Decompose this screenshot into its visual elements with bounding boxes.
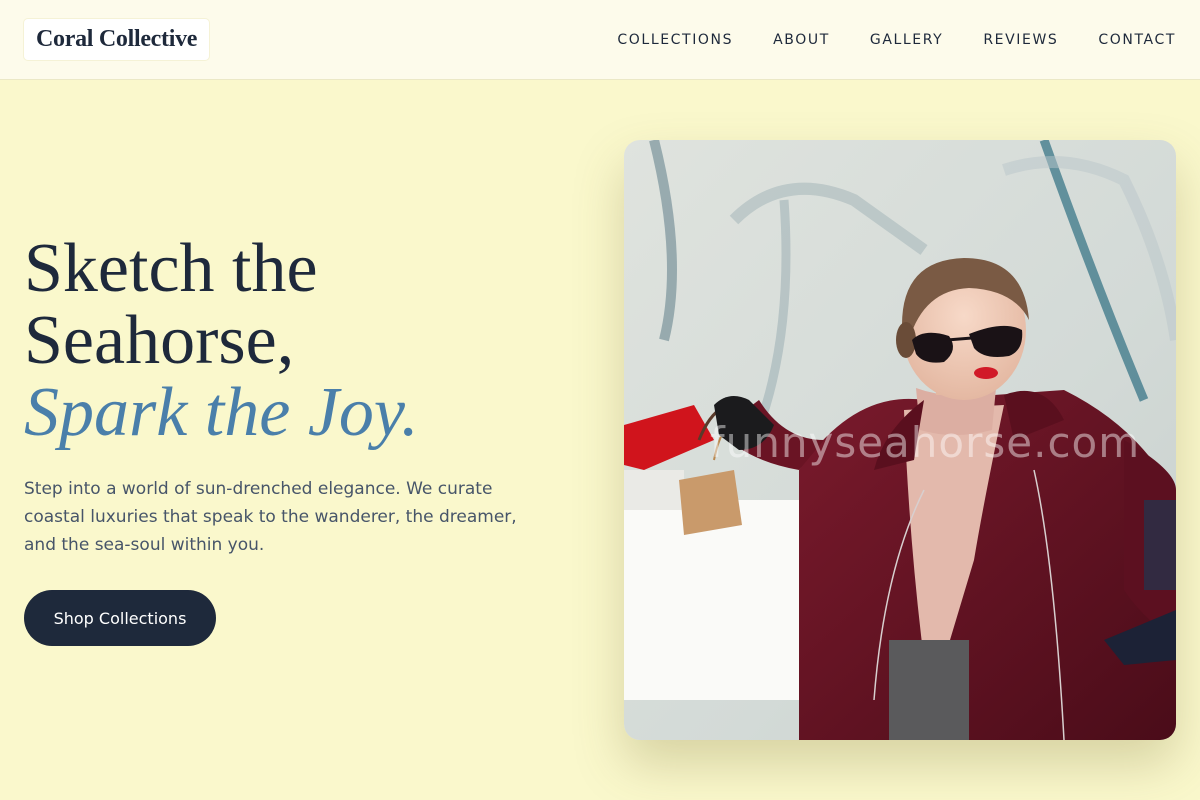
image-watermark: funnyseahorse.com xyxy=(709,418,1141,467)
hero-intro: Step into a world of sun-drenched elegan… xyxy=(24,479,517,555)
site-header: Coral Collective COLLECTIONS ABOUT GALLE… xyxy=(0,0,1200,80)
hero-headline: Sketch the Seahorse, Spark the Joy. xyxy=(24,233,584,449)
hero-photo: funnyseahorse.com xyxy=(624,140,1176,740)
nav-gallery[interactable]: GALLERY xyxy=(870,32,943,48)
nav-reviews[interactable]: REVIEWS xyxy=(983,32,1058,48)
nav-about[interactable]: ABOUT xyxy=(773,32,830,48)
headline-accent: Spark the Joy. xyxy=(24,374,419,451)
nav-collections[interactable]: COLLECTIONS xyxy=(617,32,733,48)
headline-line-2: Seahorse, xyxy=(24,302,295,379)
shop-collections-button[interactable]: Shop Collections xyxy=(24,590,216,646)
nav-contact[interactable]: CONTACT xyxy=(1098,32,1176,48)
main-nav: COLLECTIONS ABOUT GALLERY REVIEWS CONTAC… xyxy=(617,0,1176,80)
brand-logo[interactable]: Coral Collective xyxy=(24,19,210,60)
headline-line-1: Sketch the xyxy=(24,230,318,307)
